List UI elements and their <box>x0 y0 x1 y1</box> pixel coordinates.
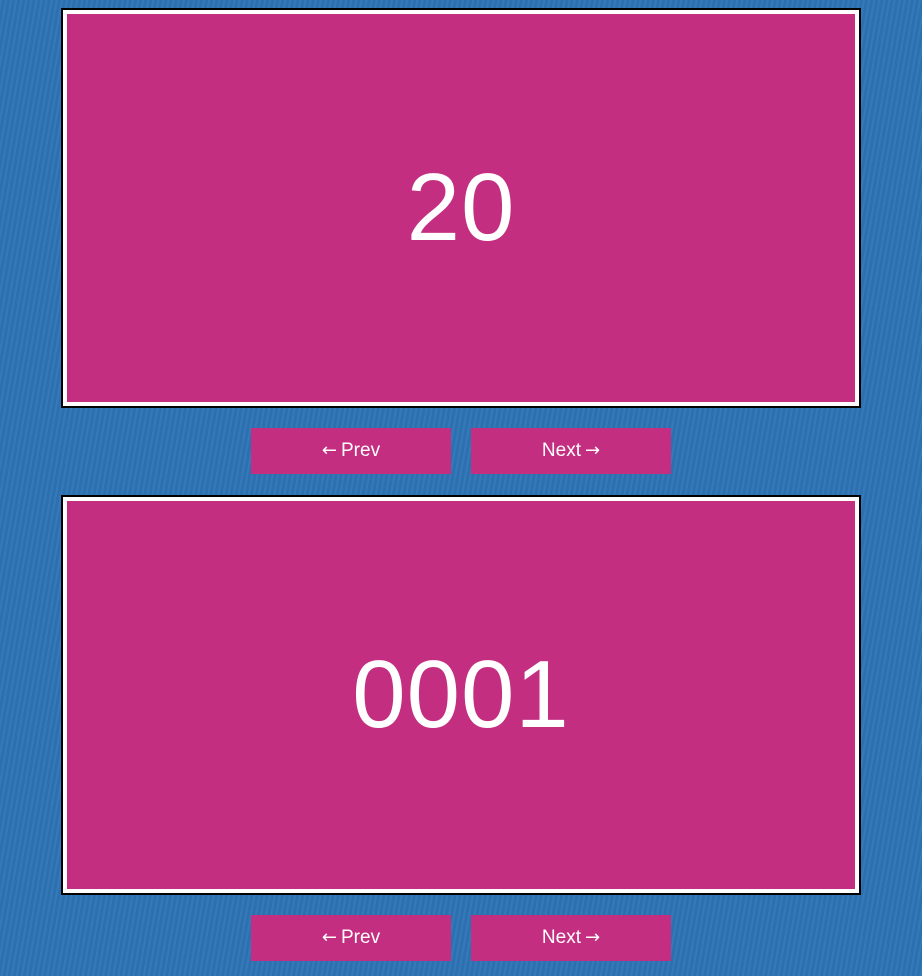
slide: 0001 <box>67 501 855 889</box>
slide-frame: 20 <box>61 8 861 408</box>
carousel-controls: ← Prev Next → <box>61 428 861 474</box>
prev-button-label: Prev <box>341 927 381 948</box>
prev-button[interactable]: ← Prev <box>251 915 451 961</box>
arrow-left-icon: ← <box>321 927 337 948</box>
slide: 20 <box>67 14 855 402</box>
carousel-bottom: 0001 ← Prev Next → <box>61 495 861 961</box>
next-button-label: Next <box>541 927 581 948</box>
slide-frame: 0001 <box>61 495 861 895</box>
next-button-label: Next <box>541 440 581 461</box>
arrow-right-icon: → <box>584 927 601 948</box>
next-button[interactable]: Next → <box>471 428 671 474</box>
prev-button[interactable]: ← Prev <box>251 428 451 474</box>
slide-value: 0001 <box>352 641 570 748</box>
slide-value: 20 <box>406 154 516 261</box>
next-button[interactable]: Next → <box>471 915 671 961</box>
arrow-left-icon: ← <box>321 440 337 461</box>
carousel-controls: ← Prev Next → <box>61 915 861 961</box>
prev-button-label: Prev <box>341 440 381 461</box>
carousel-top: 20 ← Prev Next → <box>61 8 861 474</box>
arrow-right-icon: → <box>584 440 601 461</box>
